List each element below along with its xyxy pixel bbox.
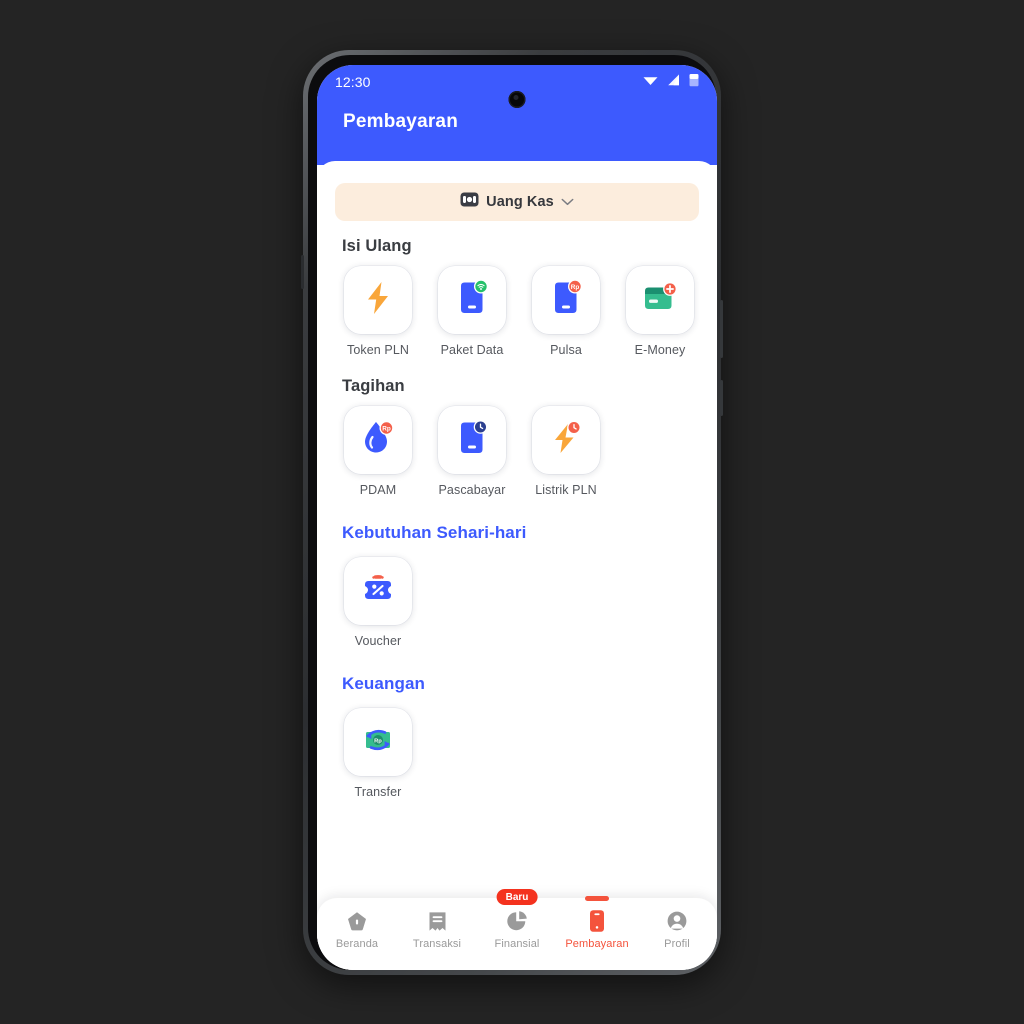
user-avatar-icon <box>666 909 688 933</box>
wallet-selector-label: Uang Kas <box>486 194 554 210</box>
nav-item-profil[interactable]: Profil <box>637 909 717 950</box>
content-scroll-area[interactable]: Uang Kas Isi Ulang Token PLN Paket Data … <box>317 183 717 970</box>
bottom-navigation-bar: Beranda Transaksi Baru Finansial Pembaya… <box>317 889 717 970</box>
section-keuangan: Keuangan Rp Transfer <box>317 674 717 799</box>
tile-icon-box <box>626 266 694 334</box>
nav-label: Pembayaran <box>565 938 629 950</box>
home-icon <box>346 909 368 933</box>
content-sheet: Uang Kas Isi Ulang Token PLN Paket Data … <box>317 161 717 970</box>
tile-icon-box <box>438 266 506 334</box>
status-bar-icons <box>643 73 699 92</box>
tile-pulsa[interactable]: Rp Pulsa <box>530 266 602 357</box>
money-transfer-icon: Rp <box>359 724 397 761</box>
tile-voucher[interactable]: Voucher <box>342 557 414 648</box>
device-power-button[interactable] <box>720 380 723 416</box>
nav-label: Finansial <box>494 938 540 950</box>
nav-label: Transaksi <box>412 938 462 950</box>
section-isi-ulang: Isi Ulang Token PLN Paket Data Rp Pulsa … <box>317 237 717 357</box>
section-tagihan: Tagihan Rp PDAM Pascabayar Listrik PLN <box>317 377 717 497</box>
section-kebutuhan-sehari-hari: Kebutuhan Sehari-hari Voucher <box>317 523 717 648</box>
phone-rupiah-icon: Rp <box>549 279 583 321</box>
tile-label: Token PLN <box>346 343 410 357</box>
tile-transfer[interactable]: Rp Transfer <box>342 708 414 799</box>
tile-icon-box <box>344 266 412 334</box>
nav-active-indicator <box>585 896 609 901</box>
cash-wallet-icon <box>460 192 479 212</box>
svg-text:Rp: Rp <box>571 284 580 291</box>
tile-label: PDAM <box>359 483 397 497</box>
tile-icon-box <box>344 557 412 625</box>
wallet-selector-button[interactable]: Uang Kas <box>335 183 699 221</box>
device-left-button[interactable] <box>301 255 304 289</box>
nav-item-transaksi[interactable]: Transaksi <box>397 909 477 950</box>
front-camera-icon <box>508 91 526 108</box>
wifi-icon <box>643 73 658 91</box>
tile-row: Token PLN Paket Data Rp Pulsa E-Money <box>317 266 717 357</box>
tile-row: Rp Transfer <box>317 708 717 799</box>
smartphone-icon <box>588 909 606 933</box>
tile-row: Voucher <box>317 557 717 648</box>
card-plus-icon <box>642 281 678 319</box>
voucher-percent-icon <box>361 573 395 610</box>
tile-icon-box: Rp <box>532 266 600 334</box>
nav-item-finansial[interactable]: Baru Finansial <box>477 889 557 950</box>
svg-text:Rp: Rp <box>382 425 391 432</box>
tile-label: Transfer <box>354 785 402 799</box>
chevron-down-icon <box>561 193 574 211</box>
nav-label: Profil <box>664 938 690 950</box>
nav-badge-baru: Baru <box>496 889 538 905</box>
pie-chart-icon <box>506 909 528 933</box>
tile-icon-box: Rp <box>344 406 412 474</box>
device-volume-button[interactable] <box>720 300 723 358</box>
phone-bezel: 12:30 Pembayaran Uang Kas Isi Ulang Toke… <box>308 55 717 970</box>
tile-label: E-Money <box>634 343 686 357</box>
tile-row: Rp PDAM Pascabayar Listrik PLN <box>317 406 717 497</box>
tile-label: Voucher <box>354 634 402 648</box>
lightning-bolt-icon <box>363 281 393 320</box>
tile-token-pln[interactable]: Token PLN <box>342 266 414 357</box>
phone-wifi-icon <box>455 279 489 321</box>
section-title: Isi Ulang <box>342 237 412 255</box>
tile-listrik-pln[interactable]: Listrik PLN <box>530 406 602 497</box>
tile-label: Pascabayar <box>438 483 506 497</box>
lightning-clock-icon <box>549 420 583 461</box>
tile-label: Pulsa <box>550 343 582 357</box>
water-drop-rupiah-icon: Rp <box>361 420 395 461</box>
tile-label: Paket Data <box>440 343 504 357</box>
app-header: 12:30 Pembayaran <box>317 65 717 165</box>
tile-icon-box <box>438 406 506 474</box>
tile-pascabayar[interactable]: Pascabayar <box>436 406 508 497</box>
receipt-icon <box>427 909 448 933</box>
cellular-signal-icon <box>667 73 680 91</box>
nav-item-pembayaran[interactable]: Pembayaran <box>557 896 637 950</box>
svg-text:Rp: Rp <box>374 738 382 744</box>
section-title: Tagihan <box>342 377 405 395</box>
section-title: Keuangan <box>342 674 425 693</box>
phone-screen: 12:30 Pembayaran Uang Kas Isi Ulang Toke… <box>317 65 717 970</box>
battery-icon <box>689 73 699 92</box>
nav-item-beranda[interactable]: Beranda <box>317 909 397 950</box>
section-title: Kebutuhan Sehari-hari <box>342 523 527 542</box>
tile-icon-box <box>532 406 600 474</box>
status-bar-clock: 12:30 <box>335 74 371 90</box>
tile-e-money[interactable]: E-Money <box>624 266 696 357</box>
tile-pdam[interactable]: Rp PDAM <box>342 406 414 497</box>
tile-paket-data[interactable]: Paket Data <box>436 266 508 357</box>
tile-label: Listrik PLN <box>535 483 597 497</box>
phone-clock-icon <box>455 419 489 461</box>
phone-device-frame: 12:30 Pembayaran Uang Kas Isi Ulang Toke… <box>301 50 723 975</box>
tile-icon-box: Rp <box>344 708 412 776</box>
nav-label: Beranda <box>335 938 379 950</box>
